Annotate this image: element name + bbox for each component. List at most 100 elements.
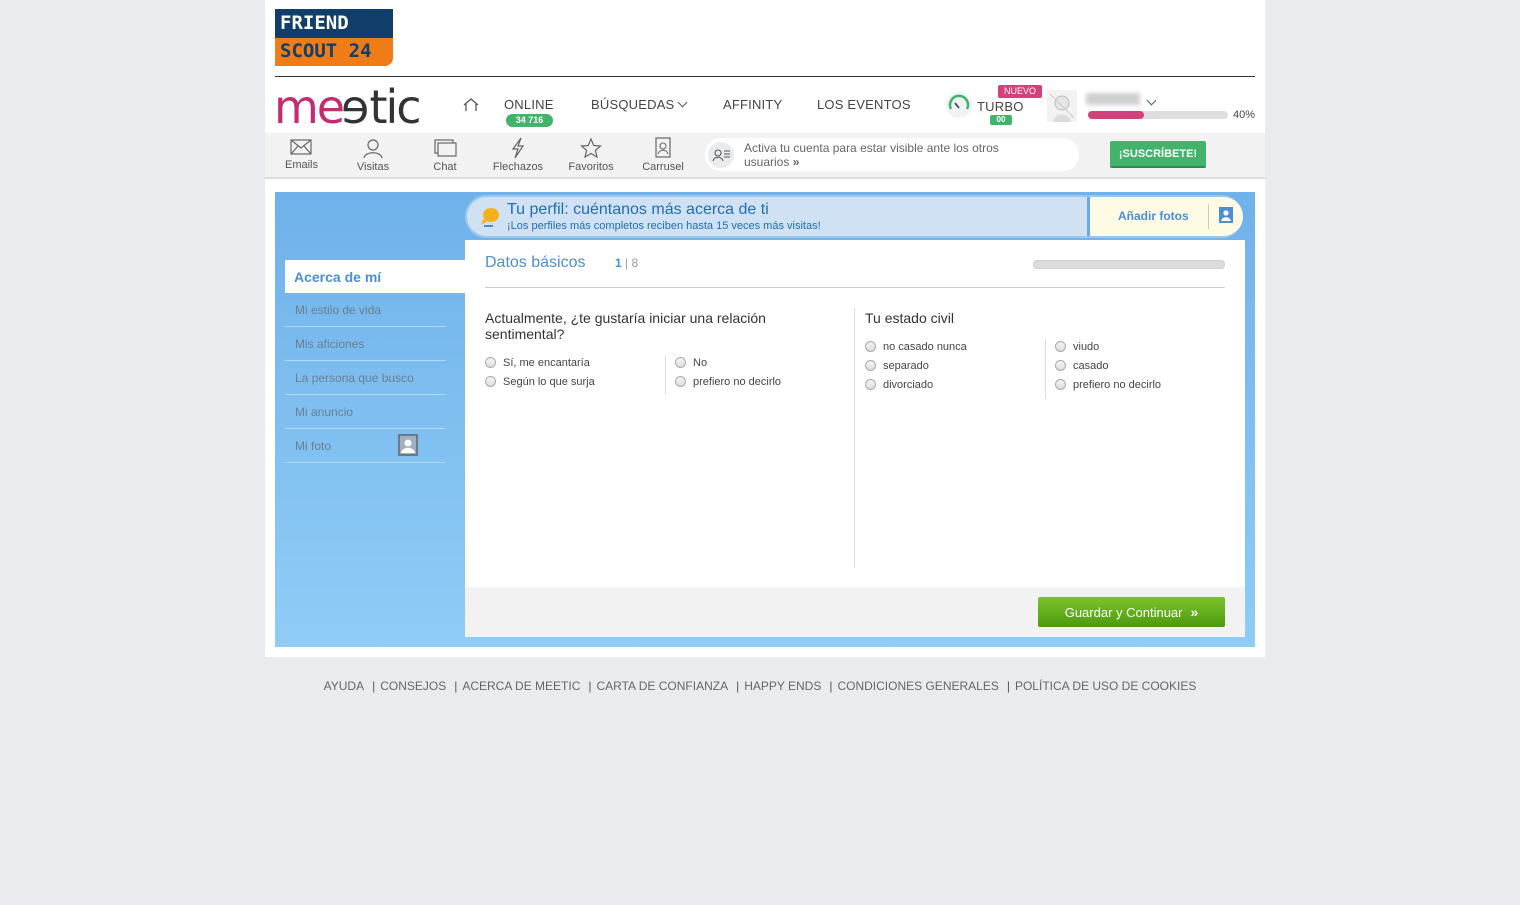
nav-turbo[interactable]: TURBO <box>977 99 1024 114</box>
footer-separator: | <box>372 679 376 693</box>
radio-button[interactable] <box>865 341 876 352</box>
toolbar-visitas-label: Visitas <box>356 161 390 173</box>
question-estado-civil: Tu estado civil <box>865 310 954 326</box>
carousel-icon <box>655 137 671 158</box>
user-menu-chevron-icon[interactable] <box>1146 95 1157 106</box>
profile-banner: Tu perfil: cuéntanos más acerca de ti ¡L… <box>465 195 1243 238</box>
lightning-icon <box>511 137 525 159</box>
nav-busquedas-label: BÚSQUEDAS <box>591 97 675 112</box>
profile-progress-bar <box>1088 111 1228 119</box>
activate-account-message: Activa tu cuenta para estar visible ante… <box>744 141 999 169</box>
toolbar-chat-label: Chat <box>433 161 457 173</box>
banner-title: Tu perfil: cuéntanos más acerca de ti <box>507 201 769 218</box>
radio-button[interactable] <box>1055 379 1066 390</box>
footer-link-happy-ends[interactable]: HAPPY ENDS <box>744 679 821 693</box>
save-continue-button[interactable]: Guardar y Continuar » <box>1038 597 1225 627</box>
radio-button[interactable] <box>675 376 686 387</box>
subscribe-button[interactable]: ¡SUSCRÍBETE! <box>1110 141 1206 168</box>
radio-button[interactable] <box>675 357 686 368</box>
footer-link-ayuda[interactable]: AYUDA <box>324 679 364 693</box>
radio-button[interactable] <box>1055 341 1066 352</box>
sidebar-item-acerca-de-mi[interactable]: Acerca de mí <box>285 260 465 293</box>
footer-link-carta[interactable]: CARTA DE CONFIANZA <box>597 679 729 693</box>
nav-online[interactable]: ONLINE <box>504 97 554 112</box>
save-continue-label: Guardar y Continuar <box>1064 605 1183 620</box>
toolbar-emails[interactable]: Emails <box>285 137 319 171</box>
photo-icon <box>1219 207 1233 223</box>
add-photos-button[interactable]: Añadir fotos <box>1087 197 1243 236</box>
footer-link-cookies[interactable]: POLÍTICA DE USO DE COOKIES <box>1015 679 1196 693</box>
friendscout-logo-bottom: SCOUT 24 <box>275 38 393 66</box>
meetic-logo-part1: me <box>274 80 345 134</box>
toolbar-favoritos-label: Favoritos <box>568 161 614 173</box>
activate-account-text[interactable]: Activa tu cuenta para estar visible ante… <box>744 141 1044 169</box>
footer-link-condiciones[interactable]: CONDICIONES GENERALES <box>837 679 998 693</box>
toolbar-flechazos-label: Flechazos <box>492 161 544 173</box>
turbo-gauge-icon[interactable] <box>946 92 972 118</box>
sidebar-item-anuncio[interactable]: Mi anuncio <box>285 395 445 429</box>
radio-button[interactable] <box>865 360 876 371</box>
radio-no[interactable]: No <box>675 357 707 369</box>
nav-busquedas[interactable]: BÚSQUEDAS <box>591 97 688 112</box>
sidebar-item-persona-que-busco[interactable]: La persona que busco <box>285 361 445 395</box>
radio-divorciado[interactable]: divorciado <box>865 379 933 391</box>
radio-segun-lo-que-surja[interactable]: Según lo que surja <box>485 376 595 388</box>
radio-prefiero-no-decirlo-1[interactable]: prefiero no decirlo <box>675 376 781 388</box>
meetic-logo-part2: e <box>343 80 370 134</box>
form-content: Datos básicos 1 | 8 Actualmente, ¿te gus… <box>465 240 1245 637</box>
radio-label: Según lo que surja <box>503 376 595 388</box>
nav-affinity[interactable]: AFFINITY <box>723 97 782 112</box>
radio-label: viudo <box>1073 341 1100 353</box>
friendscout-logo-top: FRIEND <box>275 9 393 38</box>
friendscout-logo[interactable]: FRIEND SCOUT 24 <box>275 9 393 66</box>
radio-button[interactable] <box>485 376 496 387</box>
radio-button[interactable] <box>865 379 876 390</box>
person-icon <box>363 139 383 159</box>
radio-label: no casado nunca <box>883 341 967 353</box>
sidebar-item-foto[interactable]: Mi foto <box>285 429 445 463</box>
radio-button[interactable] <box>485 357 496 368</box>
radio-separado[interactable]: separado <box>865 360 929 372</box>
radio-prefiero-no-decirlo-2[interactable]: prefiero no decirlo <box>1055 379 1161 391</box>
footer-link-acerca[interactable]: ACERCA DE MEETIC <box>462 679 580 693</box>
toolbar-visitas[interactable]: Visitas <box>356 137 390 173</box>
profile-progress-percent: 40% <box>1233 109 1256 121</box>
step-current: 1 <box>615 256 622 270</box>
meetic-logo-part3: tic <box>369 80 421 134</box>
options-divider <box>1045 339 1046 399</box>
meetic-logo[interactable]: meetic <box>274 80 422 134</box>
envelope-icon <box>290 139 312 155</box>
online-count-badge: 34 716 <box>506 114 553 127</box>
footer-link-consejos[interactable]: CONSEJOS <box>380 679 446 693</box>
toolbar-flechazos[interactable]: Flechazos <box>492 137 544 173</box>
toolbar-chat[interactable]: Chat <box>432 137 458 173</box>
radio-viudo[interactable]: viudo <box>1055 341 1099 353</box>
radio-button[interactable] <box>1055 360 1066 371</box>
radio-si-me-encantaria[interactable]: Sí, me encantaría <box>485 357 590 369</box>
step-total: | 8 <box>625 256 639 270</box>
username-blurred[interactable] <box>1086 93 1140 105</box>
user-avatar[interactable] <box>1047 90 1077 122</box>
options-divider <box>665 355 666 395</box>
section-divider <box>485 287 1225 288</box>
radio-label: separado <box>883 360 929 372</box>
profile-progress-fill <box>1088 111 1144 119</box>
section-title: Datos básicos <box>485 254 586 271</box>
banner-subtitle: ¡Los perfiles más completos reciben hast… <box>507 220 821 232</box>
sidebar-item-aficiones[interactable]: Mis aficiones <box>285 327 445 361</box>
column-divider <box>854 308 855 568</box>
chevron-down-icon <box>677 97 688 108</box>
footer-separator: | <box>588 679 592 693</box>
turbo-new-badge: NUEVO <box>998 85 1042 98</box>
toolbar-favoritos[interactable]: Favoritos <box>567 137 615 173</box>
home-icon[interactable] <box>462 97 480 113</box>
radio-casado[interactable]: casado <box>1055 360 1108 372</box>
toolbar-carrusel[interactable]: Carrusel <box>641 137 685 173</box>
nav-eventos[interactable]: LOS EVENTOS <box>817 97 911 112</box>
sidebar-item-estilo-de-vida[interactable]: Mi estilo de vida <box>285 293 445 327</box>
toolbar-emails-label: Emails <box>285 159 319 171</box>
toolbar: Emails Visitas Chat Flechazos Favoritos … <box>265 133 1265 179</box>
radio-no-casado-nunca[interactable]: no casado nunca <box>865 341 967 353</box>
turbo-count-badge: 00 <box>990 115 1012 125</box>
activate-account-box[interactable]: Activa tu cuenta para estar visible ante… <box>705 138 1079 171</box>
